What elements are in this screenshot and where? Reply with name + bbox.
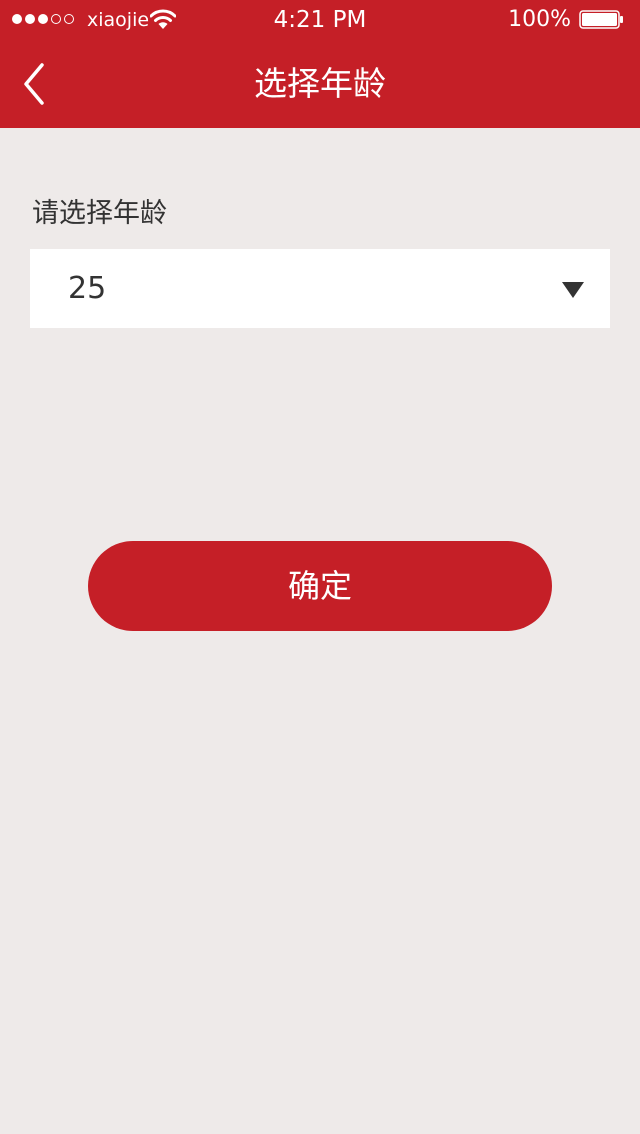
confirm-button[interactable]: 确定 (88, 541, 552, 631)
page-title: 选择年龄 (254, 64, 386, 103)
status-bar: xiaojie 4:21 PM 100% (0, 0, 640, 40)
header: xiaojie 4:21 PM 100% 选择年龄 (0, 0, 640, 128)
age-select-label: 请选择年龄 (32, 198, 167, 229)
battery-percentage: 100% (508, 7, 571, 32)
caret-down-icon (562, 282, 584, 298)
age-select[interactable]: 25 (30, 249, 610, 328)
battery-icon (579, 10, 623, 29)
selected-age-value: 25 (68, 271, 107, 306)
